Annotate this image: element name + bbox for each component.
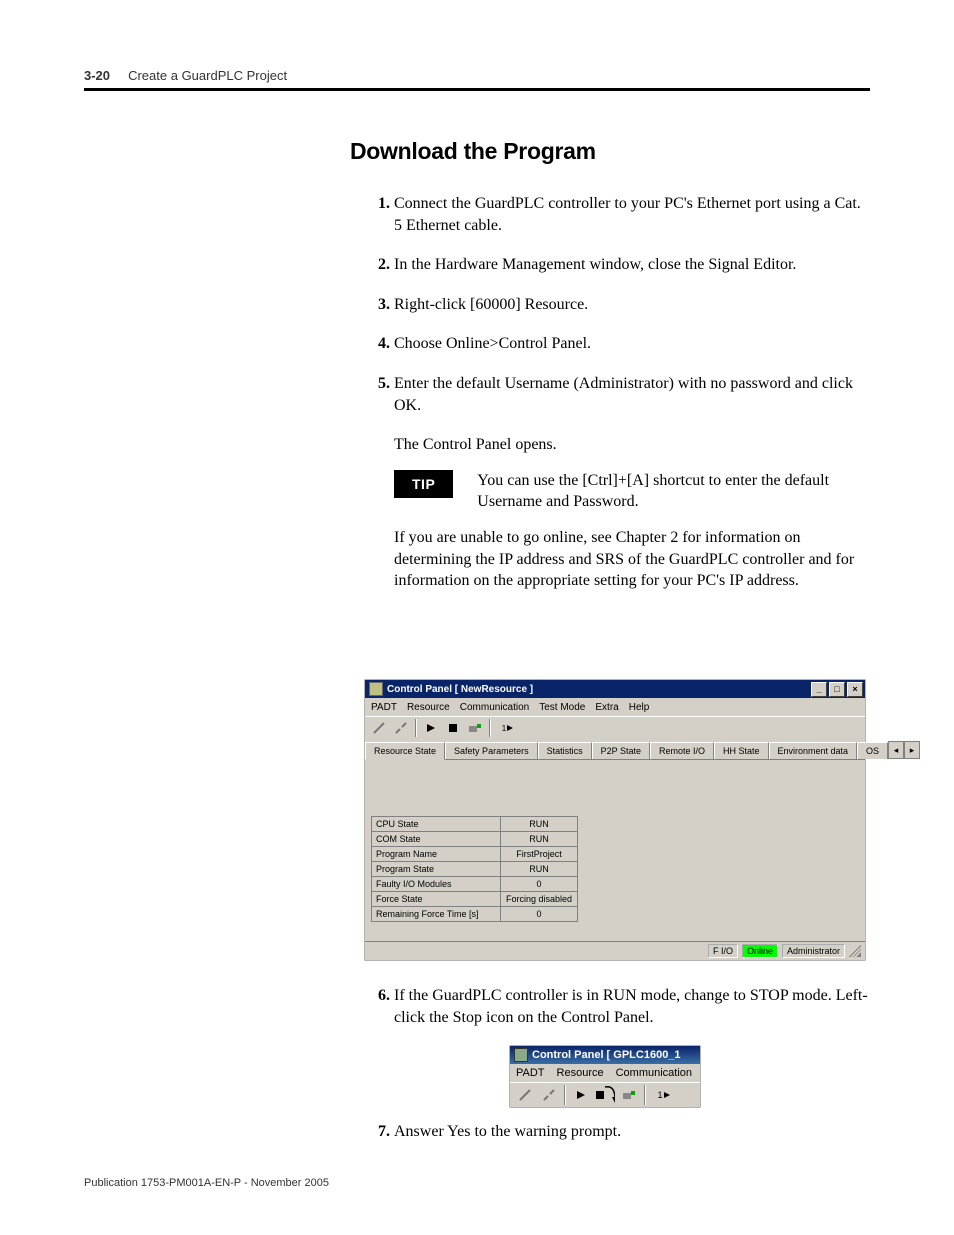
window-title: Control Panel [ GPLC1600_1 — [532, 1049, 681, 1061]
tab-statistics[interactable]: Statistics — [538, 742, 592, 759]
step-5: Enter the default Username (Administrato… — [394, 373, 870, 416]
status-bar: F I/O Online Administrator — [365, 941, 865, 960]
status-fio: F I/O — [708, 944, 738, 958]
window-title: Control Panel [ NewResource ] — [387, 684, 533, 695]
table-row: COM StateRUN — [372, 832, 578, 847]
menu-resource[interactable]: Resource — [407, 702, 450, 713]
menu-bar: PADT Resource Communication Test Mode Ex… — [365, 698, 865, 716]
tool-disconnect-icon[interactable] — [391, 718, 411, 738]
status-online: Online — [742, 944, 778, 958]
run-icon[interactable] — [570, 1084, 592, 1106]
maximize-button[interactable]: □ — [829, 682, 845, 697]
step-4: Choose Online>Control Panel. — [394, 333, 870, 355]
tab-strip: Resource State Safety Parameters Statist… — [365, 739, 865, 760]
step-1: Connect the GuardPLC controller to your … — [394, 193, 870, 236]
download-icon[interactable] — [618, 1084, 640, 1106]
table-row: Remaining Force Time [s]0 — [372, 907, 578, 922]
tab-os[interactable]: OS — [857, 742, 888, 759]
tab-environment-data[interactable]: Environment data — [769, 742, 858, 759]
tabs-scroll-left-icon[interactable]: ◂ — [888, 741, 904, 759]
tip-badge: TIP — [394, 470, 453, 498]
header-rule — [84, 88, 870, 91]
tab-safety-parameters[interactable]: Safety Parameters — [445, 742, 538, 759]
app-icon — [369, 682, 383, 696]
page-header: 3-20 Create a GuardPLC Project — [84, 68, 870, 83]
step-icon[interactable]: 1 — [650, 1084, 678, 1106]
window-titlebar[interactable]: Control Panel [ GPLC1600_1 — [510, 1046, 700, 1064]
resize-grip-icon[interactable] — [849, 945, 861, 957]
stop-icon[interactable] — [443, 718, 463, 738]
chapter-title: Create a GuardPLC Project — [128, 68, 287, 83]
table-row: Program StateRUN — [372, 862, 578, 877]
run-icon[interactable] — [421, 718, 441, 738]
stop-icon[interactable] — [594, 1084, 616, 1106]
menu-padt[interactable]: PADT — [371, 702, 397, 713]
menu-extra[interactable]: Extra — [595, 702, 618, 713]
tip-row: TIP You can use the [Ctrl]+[A] shortcut … — [394, 470, 870, 513]
step-3: Right-click [60000] Resource. — [394, 294, 870, 316]
tabs-scroll-right-icon[interactable]: ▸ — [904, 741, 920, 759]
page-number: 3-20 — [84, 68, 110, 83]
tab-resource-state[interactable]: Resource State — [365, 742, 445, 760]
status-user: Administrator — [782, 944, 845, 958]
table-row: Force StateForcing disabled — [372, 892, 578, 907]
menu-communication[interactable]: Communication — [460, 702, 529, 713]
step-icon[interactable]: 1 — [495, 718, 521, 738]
step-6: If the GuardPLC controller is in RUN mod… — [394, 985, 870, 1028]
table-row: Program NameFirstProject — [372, 847, 578, 862]
tab-p2p-state[interactable]: P2P State — [592, 742, 650, 759]
window-titlebar[interactable]: Control Panel [ NewResource ] _ □ × — [365, 680, 865, 698]
toolbar: 1 — [365, 716, 865, 739]
body-after-tip: If you are unable to go online, see Chap… — [394, 527, 870, 592]
tab-remote-io[interactable]: Remote I/O — [650, 742, 714, 759]
table-row: CPU StateRUN — [372, 817, 578, 832]
minimize-button[interactable]: _ — [811, 682, 827, 697]
resource-state-table: CPU StateRUN COM StateRUN Program NameFi… — [371, 816, 578, 922]
table-row: Faulty I/O Modules0 — [372, 877, 578, 892]
tool-disconnect-icon[interactable] — [538, 1084, 560, 1106]
menu-resource[interactable]: Resource — [557, 1067, 604, 1079]
body-after-step5: The Control Panel opens. — [394, 434, 870, 456]
screenshot-control-panel-gplc1600: Control Panel [ GPLC1600_1 PADT Resource… — [510, 1046, 700, 1107]
app-icon — [514, 1048, 528, 1062]
menu-communication[interactable]: Communication — [616, 1067, 692, 1079]
tab-hh-state[interactable]: HH State — [714, 742, 769, 759]
tool-connect-icon[interactable] — [514, 1084, 536, 1106]
menu-padt[interactable]: PADT — [516, 1067, 545, 1079]
menu-help[interactable]: Help — [629, 702, 650, 713]
tab-panel-resource-state: CPU StateRUN COM StateRUN Program NameFi… — [365, 760, 865, 960]
tip-text: You can use the [Ctrl]+[A] shortcut to e… — [477, 470, 870, 513]
step-2: In the Hardware Management window, close… — [394, 254, 870, 276]
screenshot-control-panel-newresource: Control Panel [ NewResource ] _ □ × PADT… — [365, 680, 865, 960]
download-icon[interactable] — [465, 718, 485, 738]
publication-footer: Publication 1753-PM001A-EN-P - November … — [84, 1177, 329, 1189]
section-title: Download the Program — [350, 138, 870, 165]
toolbar: 1 — [510, 1082, 700, 1107]
menu-test-mode[interactable]: Test Mode — [539, 702, 585, 713]
tool-connect-icon[interactable] — [369, 718, 389, 738]
menu-bar: PADT Resource Communication — [510, 1064, 700, 1082]
step-7: Answer Yes to the warning prompt. — [394, 1121, 870, 1143]
close-button[interactable]: × — [847, 682, 863, 697]
